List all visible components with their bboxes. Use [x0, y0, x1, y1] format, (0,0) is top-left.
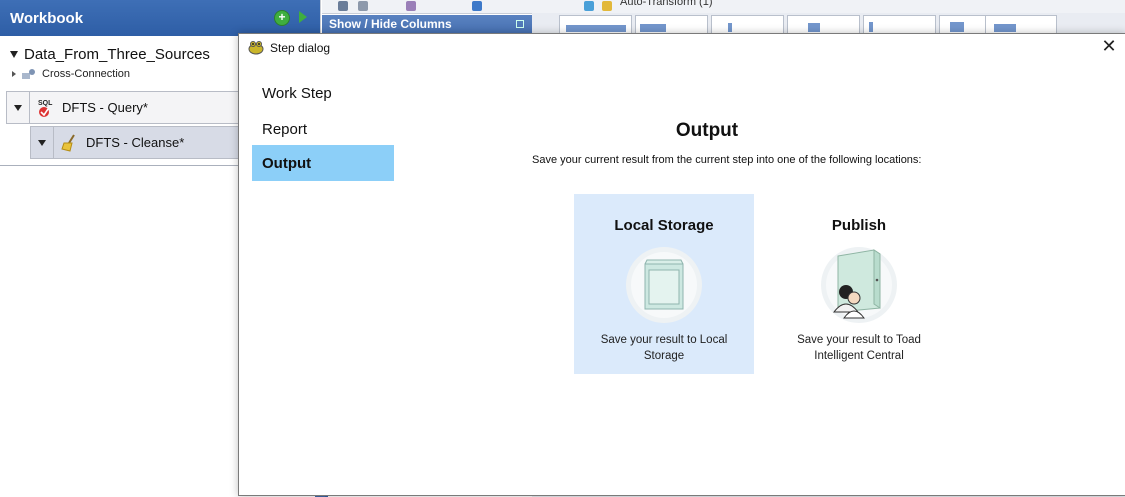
node-expander[interactable] — [31, 127, 54, 158]
broom-icon — [61, 133, 75, 152]
stack-icon[interactable] — [406, 1, 416, 11]
top-toolbar: Auto-Transform (1) — [322, 0, 1125, 14]
sigma-icon[interactable] — [358, 1, 368, 11]
option-title: Local Storage — [614, 217, 714, 234]
cross-connection-icon — [22, 69, 35, 79]
add-icon[interactable]: + — [274, 10, 290, 26]
node-label: DFTS - Cleanse* — [86, 135, 185, 150]
toad-icon — [248, 41, 264, 55]
local-storage-icon — [626, 247, 702, 323]
column-thumbnail — [711, 15, 784, 35]
dialog-title: Step dialog — [270, 40, 331, 55]
table-icon[interactable] — [338, 1, 348, 11]
option-title: Publish — [831, 217, 887, 234]
sql-icon: SQL — [38, 100, 53, 117]
step-dialog: Step dialog ✕ Work Step Report Output Ou… — [238, 33, 1125, 496]
refresh-icon[interactable] — [472, 1, 482, 11]
option-description: Save your result to Toad Intelligent Cen… — [797, 334, 921, 362]
cross-connection-label: Cross-Connection — [42, 68, 131, 80]
auto-transform-label[interactable]: Auto-Transform (1) — [620, 0, 713, 8]
option-description: Save your result to Local Storage — [600, 334, 728, 362]
close-icon[interactable]: ✕ — [1101, 37, 1117, 55]
chevron-down-icon — [38, 139, 46, 146]
run-icon[interactable] — [299, 11, 307, 23]
column-thumbnail — [985, 15, 1057, 35]
pin-icon[interactable] — [516, 20, 524, 28]
show-hide-columns-label: Show / Hide Columns — [329, 17, 452, 31]
node-expander[interactable] — [7, 92, 30, 123]
workbook-title: Workbook — [10, 9, 84, 27]
show-hide-columns-header: Show / Hide Columns — [322, 15, 532, 33]
svg-text:SQL: SQL — [38, 100, 53, 107]
output-heading: Output — [675, 120, 739, 141]
output-subtitle: Save your current result from the curren… — [532, 154, 922, 166]
transform-icon[interactable] — [602, 1, 612, 11]
column-thumbnail — [787, 15, 860, 35]
local-storage-option[interactable]: Local Storage Save your result to Local … — [574, 194, 754, 374]
nav-output[interactable]: Output — [252, 145, 394, 181]
workbook-header: Workbook + — [0, 0, 320, 36]
node-label: DFTS - Query* — [62, 100, 148, 115]
column-thumbnail — [863, 15, 936, 35]
column-thumbnail — [635, 15, 708, 35]
publish-icon — [821, 247, 897, 323]
workbook-root-label: Data_From_Three_Sources — [24, 46, 210, 63]
nav-work-step[interactable]: Work Step — [252, 75, 394, 111]
workbook-root-item[interactable]: Data_From_Three_Sources — [10, 46, 210, 63]
column-thumbnail — [559, 15, 632, 35]
dialog-titlebar: Step dialog — [248, 40, 330, 55]
cross-connection-item[interactable]: Cross-Connection — [12, 68, 130, 80]
copy-icon[interactable] — [584, 1, 594, 11]
expand-icon[interactable] — [12, 71, 16, 77]
chevron-down-icon — [14, 104, 22, 111]
collapse-icon[interactable] — [10, 51, 18, 58]
publish-option[interactable]: Publish Save your result to Toad Intelli… — [769, 194, 949, 374]
